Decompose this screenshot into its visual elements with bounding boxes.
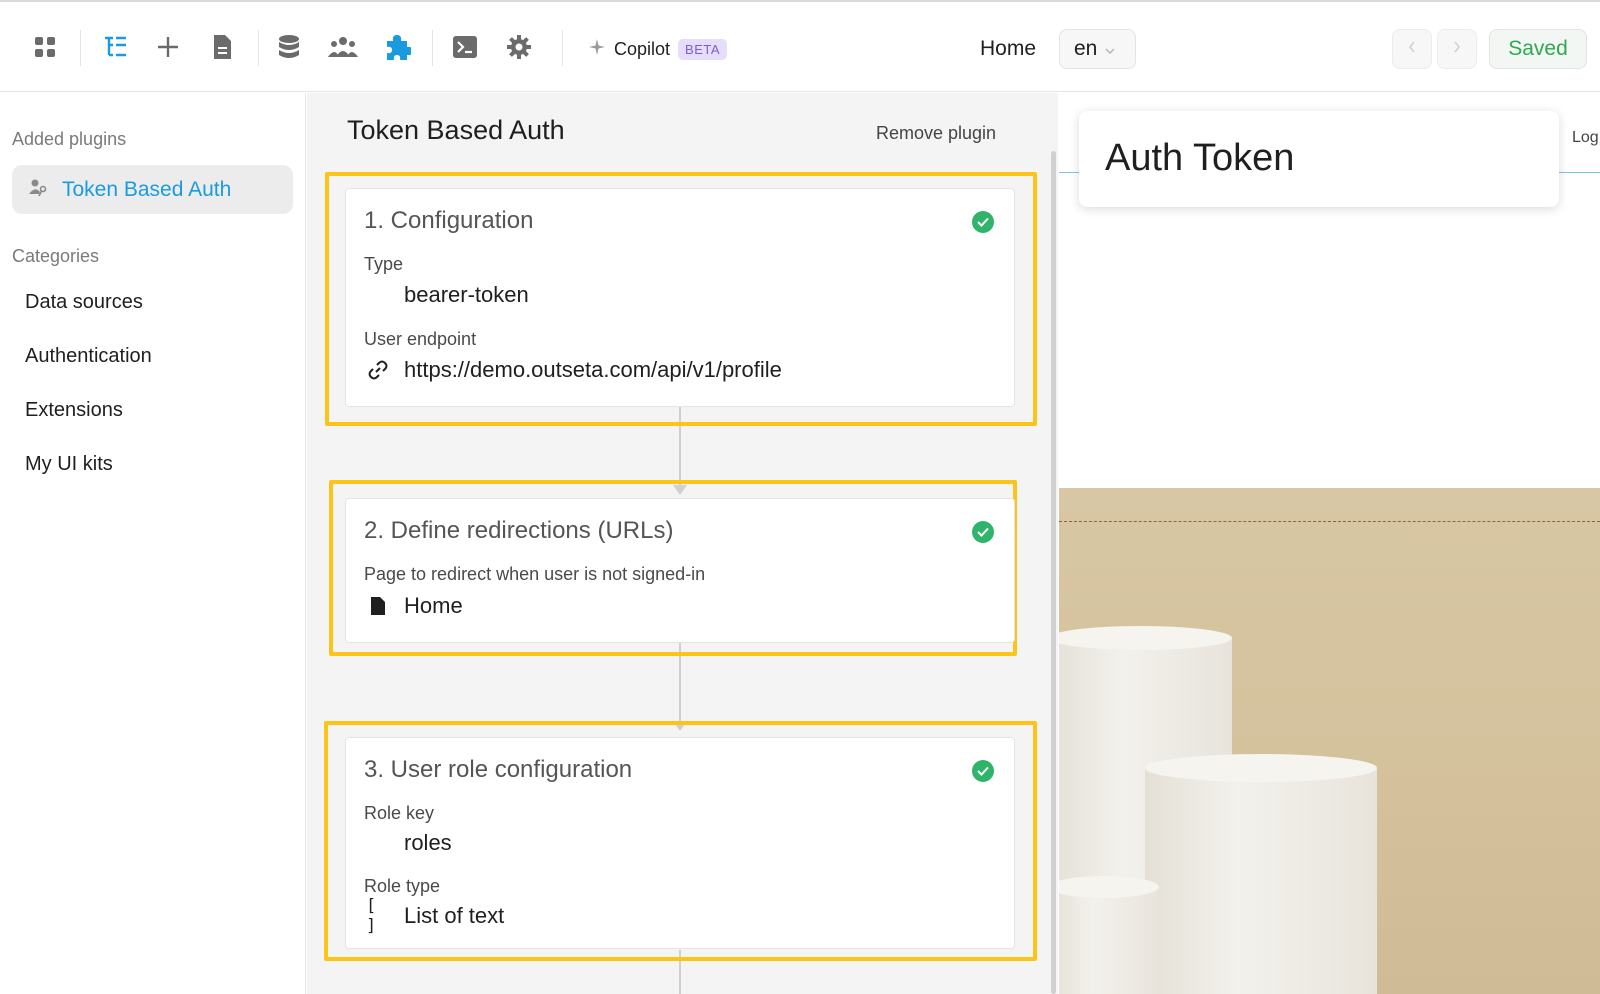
active-plugin-label: Token Based Auth: [62, 177, 232, 201]
page-preview-canvas[interactable]: Log Auth Token: [1059, 93, 1600, 994]
language-select[interactable]: en: [1059, 29, 1136, 69]
copilot-label: Copilot: [614, 38, 671, 59]
categories-heading: Categories: [12, 246, 100, 266]
category-authentication[interactable]: Authentication: [25, 345, 152, 368]
toolbar-divider: [432, 30, 433, 66]
top-toolbar: Copilot BETA Home en Saved: [0, 0, 1600, 92]
field-value-type: bearer-token: [404, 282, 529, 307]
check-circle-icon: [972, 521, 994, 543]
page-icon: [366, 594, 390, 618]
undo-button[interactable]: [1392, 29, 1432, 69]
redo-button[interactable]: [1437, 29, 1477, 69]
sparkle-icon: [588, 38, 606, 61]
auth-token-popup[interactable]: Auth Token: [1079, 111, 1559, 207]
toolbar-divider: [258, 30, 259, 66]
list-brackets-icon: [ ]: [366, 896, 377, 936]
step-card-redirections[interactable]: 2. Define redirections (URLs) Page to re…: [345, 498, 1015, 643]
chevron-right-icon: [1453, 40, 1461, 58]
chevron-down-icon: [1105, 37, 1115, 61]
plugins-sidebar: Added plugins Token Based Auth Categorie…: [0, 93, 306, 994]
partial-nav-label[interactable]: Log: [1572, 129, 1599, 147]
hero-image: [1059, 488, 1600, 994]
field-label-user-endpoint: User endpoint: [364, 329, 477, 349]
user-key-icon: [28, 177, 48, 202]
added-plugins-heading: Added plugins: [12, 129, 127, 149]
layers-tree-icon[interactable]: [100, 32, 130, 62]
chevron-left-icon: [1408, 40, 1416, 58]
step-card-user-role[interactable]: 3. User role configuration Role key role…: [345, 737, 1015, 949]
gear-icon[interactable]: [504, 32, 534, 62]
step-title: 3. User role configuration: [364, 756, 633, 783]
field-label-type: Type: [364, 254, 404, 274]
check-circle-icon: [972, 760, 994, 782]
toolbar-divider: [80, 30, 81, 66]
field-value-role-type: List of text: [404, 903, 505, 928]
current-page-name[interactable]: Home: [980, 37, 1036, 61]
plugin-config-panel: Token Based Auth Remove plugin 1. Config…: [307, 93, 1058, 994]
popup-title: Auth Token: [1105, 137, 1295, 179]
field-label-role-type: Role type: [364, 876, 441, 896]
step-title: 1. Configuration: [364, 207, 534, 234]
category-data-sources[interactable]: Data sources: [25, 291, 143, 314]
copilot-button[interactable]: Copilot BETA: [588, 35, 728, 63]
section-dashed-border: [1059, 521, 1600, 522]
field-label-redirect-page: Page to redirect when user is not signed…: [364, 564, 706, 584]
pedestal-shape: [1145, 768, 1377, 994]
step-card-configuration[interactable]: 1. Configuration Type bearer-token User …: [345, 188, 1015, 407]
field-value-user-endpoint: https://demo.outseta.com/api/v1/profile: [404, 357, 782, 382]
database-icon[interactable]: [274, 32, 304, 62]
category-extensions[interactable]: Extensions: [25, 399, 123, 422]
users-icon[interactable]: [328, 32, 358, 62]
apps-grid-icon[interactable]: [30, 32, 60, 62]
language-value: en: [1074, 37, 1098, 60]
step-title: 2. Define redirections (URLs): [364, 517, 674, 544]
page-icon[interactable]: [207, 32, 237, 62]
panel-scrollbar[interactable]: [1051, 151, 1056, 994]
panel-title: Token Based Auth: [347, 115, 565, 145]
terminal-icon[interactable]: [450, 32, 480, 62]
category-my-ui-kits[interactable]: My UI kits: [25, 453, 113, 476]
plus-icon[interactable]: [153, 32, 183, 62]
link-icon: [366, 358, 390, 382]
saved-status-button[interactable]: Saved: [1489, 29, 1587, 69]
toolbar-divider: [562, 30, 563, 66]
pedestal-shape: [1059, 888, 1159, 994]
remove-plugin-button[interactable]: Remove plugin: [876, 123, 996, 144]
sidebar-item-token-based-auth[interactable]: Token Based Auth: [12, 165, 293, 214]
puzzle-plugin-icon[interactable]: [382, 32, 412, 62]
field-label-role-key: Role key: [364, 803, 435, 823]
pedestal-top: [1145, 754, 1377, 782]
beta-badge: BETA: [678, 38, 728, 60]
check-circle-icon: [972, 211, 994, 233]
field-value-role-key: roles: [404, 830, 452, 855]
field-value-redirect-page: Home: [404, 593, 463, 618]
